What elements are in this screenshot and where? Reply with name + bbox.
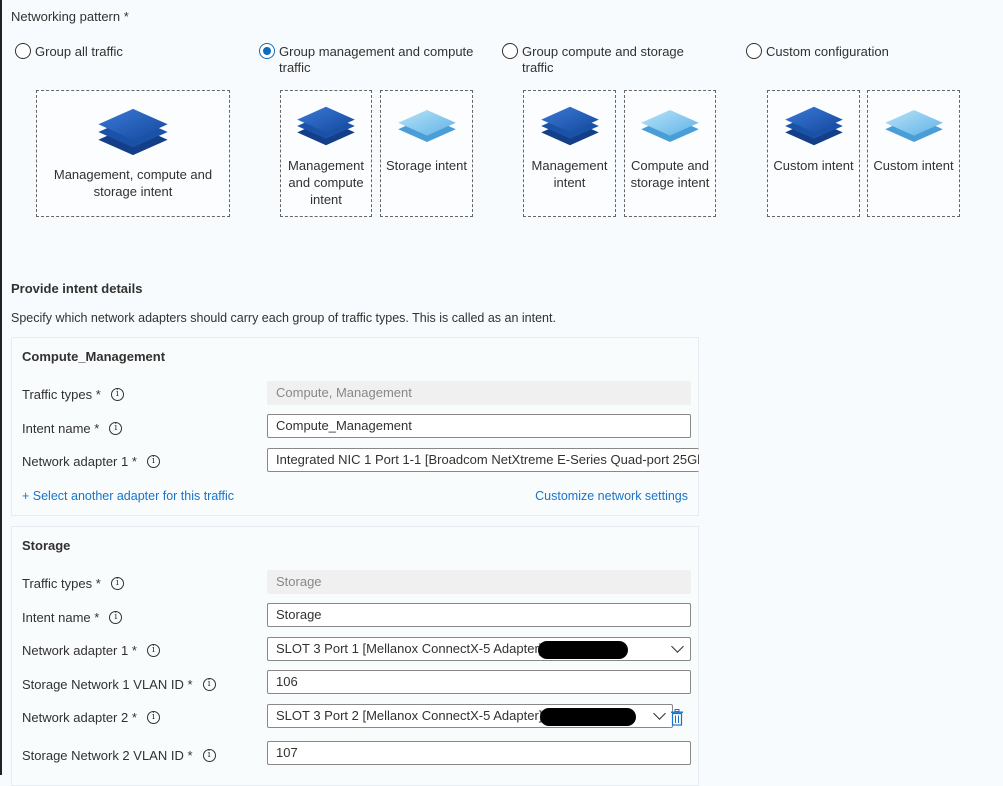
card-caption: Custom intent xyxy=(773,158,854,173)
info-icon[interactable]: i xyxy=(110,577,124,590)
network-adapter-1-dropdown[interactable]: SLOT 3 Port 1 [Mellanox ConnectX-5 Adapt… xyxy=(267,637,691,661)
card-caption: Custom intent xyxy=(873,158,954,173)
intent-panel-compute-management: Compute_Management Traffic types * i Com… xyxy=(11,337,699,516)
network-adapter-2-dropdown[interactable]: SLOT 3 Port 2 [Mellanox ConnectX-5 Adapt… xyxy=(267,704,673,728)
radio-label: Custom configuration xyxy=(766,44,889,59)
storage-network-2-vlan-label: Storage Network 2 VLAN ID * i xyxy=(22,748,216,763)
radio-label: Group compute and storage traffic xyxy=(522,44,684,75)
dropdown-value: SLOT 3 Port 1 [Mellanox ConnectX-5 Adapt… xyxy=(276,641,551,656)
card-management-compute-intent: Management and compute intent xyxy=(280,90,372,217)
traffic-types-label: Traffic types * i xyxy=(22,576,124,591)
card-caption: Storage intent xyxy=(386,158,467,173)
info-icon[interactable]: i xyxy=(109,422,123,435)
card-storage-intent: Storage intent xyxy=(380,90,473,217)
traffic-types-label: Traffic types * i xyxy=(22,387,124,402)
storage-network-1-vlan-label: Storage Network 1 VLAN ID * i xyxy=(22,677,216,692)
card-custom-intent-1: Custom intent xyxy=(767,90,860,217)
intent-details-title: Provide intent details xyxy=(11,281,143,296)
intent-panel-storage: Storage Traffic types * i Storage Intent… xyxy=(11,526,699,786)
radio-custom-configuration[interactable]: Custom configuration xyxy=(746,43,889,60)
network-adapter-1-dropdown[interactable]: Integrated NIC 1 Port 1-1 [Broadcom NetX… xyxy=(267,448,699,472)
card-caption: Compute and storage intent xyxy=(630,158,710,190)
network-stack-icon xyxy=(540,106,599,146)
traffic-types-field: Storage xyxy=(267,570,691,594)
card-caption: Management, compute and storage intent xyxy=(53,167,213,199)
network-stack-icon xyxy=(784,106,843,146)
info-icon[interactable]: i xyxy=(146,455,160,468)
card-management-intent: Management intent xyxy=(523,90,616,217)
network-stack-icon xyxy=(641,110,699,142)
networking-pattern-label: Networking pattern * xyxy=(11,9,129,24)
network-adapter-1-label: Network adapter 1 * i xyxy=(22,643,160,658)
delete-icon[interactable] xyxy=(670,709,684,726)
card-caption: Management intent xyxy=(531,158,608,190)
network-stack-icon xyxy=(98,108,168,156)
storage-network-2-vlan-input[interactable]: 107 xyxy=(267,741,691,765)
card-custom-intent-2: Custom intent xyxy=(867,90,960,217)
intent-name-input[interactable]: Storage xyxy=(267,603,691,627)
chevron-down-icon xyxy=(653,707,666,720)
info-icon[interactable]: i xyxy=(146,711,160,724)
select-another-adapter-link[interactable]: + Select another adapter for this traffi… xyxy=(22,489,234,503)
radio-group-management-compute[interactable]: Group management and compute traffic xyxy=(259,43,474,76)
radio-button[interactable] xyxy=(502,43,518,59)
radio-group-all-traffic[interactable]: Group all traffic xyxy=(15,43,123,60)
info-icon[interactable]: i xyxy=(202,749,216,762)
card-caption: Management and compute intent xyxy=(288,158,364,207)
network-adapter-2-label: Network adapter 2 * i xyxy=(22,710,160,725)
radio-group-compute-storage[interactable]: Group compute and storage traffic xyxy=(502,43,684,76)
card-compute-storage-intent: Compute and storage intent xyxy=(624,90,716,217)
radio-label: Group all traffic xyxy=(35,44,123,59)
radio-label: Group management and compute traffic xyxy=(279,44,474,75)
storage-network-1-vlan-input[interactable]: 106 xyxy=(267,670,691,694)
info-icon[interactable]: i xyxy=(146,644,160,657)
radio-button[interactable] xyxy=(15,43,31,59)
card-management-compute-storage-intent: Management, compute and storage intent xyxy=(36,90,230,217)
intent-name-input[interactable]: Compute_Management xyxy=(267,414,691,438)
traffic-types-field: Compute, Management xyxy=(267,381,691,405)
panel-title: Compute_Management xyxy=(22,349,166,364)
info-icon[interactable]: i xyxy=(202,678,216,691)
info-icon[interactable]: i xyxy=(109,611,123,624)
intent-name-label: Intent name * i xyxy=(22,610,123,625)
radio-button-selected[interactable] xyxy=(259,43,275,59)
network-adapter-1-label: Network adapter 1 * i xyxy=(22,454,160,469)
window-edge xyxy=(0,0,2,775)
panel-title: Storage xyxy=(22,538,71,553)
info-icon[interactable]: i xyxy=(110,388,124,401)
intent-name-label: Intent name * i xyxy=(22,421,123,436)
chevron-down-icon xyxy=(671,640,684,653)
redacted-text xyxy=(540,708,636,726)
intent-details-description: Specify which network adapters should ca… xyxy=(11,311,556,325)
dropdown-value: SLOT 3 Port 2 [Mellanox ConnectX-5 Adapt… xyxy=(276,708,551,723)
network-stack-icon xyxy=(397,110,456,142)
customize-network-settings-link[interactable]: Customize network settings xyxy=(535,489,688,503)
redacted-text xyxy=(538,641,628,659)
network-stack-icon xyxy=(297,106,355,146)
radio-button[interactable] xyxy=(746,43,762,59)
network-stack-icon xyxy=(884,110,943,142)
